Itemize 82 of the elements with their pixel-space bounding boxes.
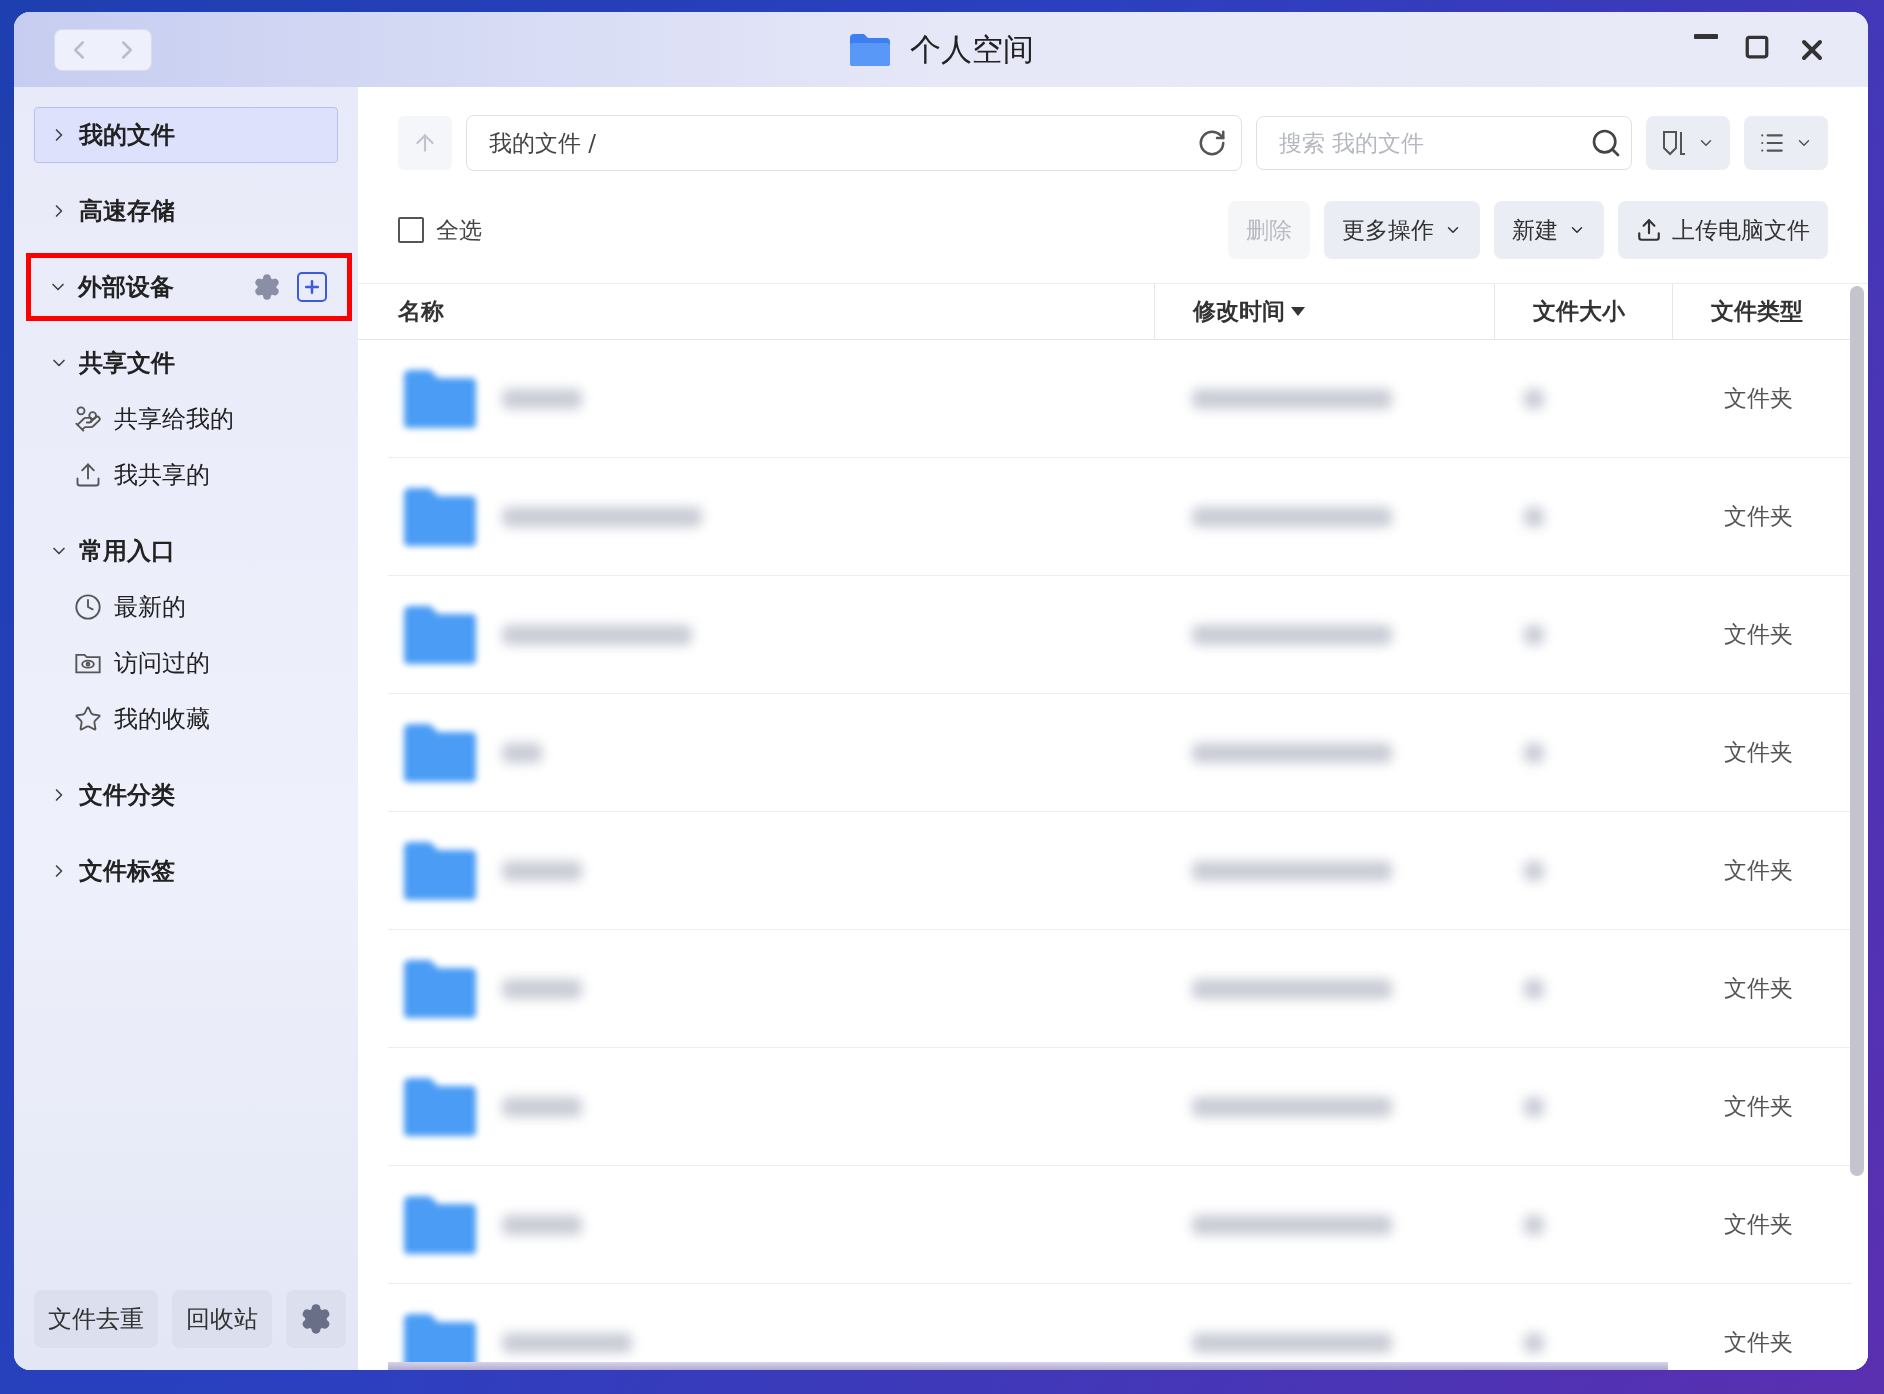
table-cell-text: 文件夹 [1723,974,1794,1003]
sidebar-label[interactable]: 共享文件 [79,347,175,379]
sidebar-item[interactable]: 文件标签 [34,843,338,899]
sidebar-label[interactable]: 常用入口 [79,535,175,567]
blurred-text [1524,506,1544,527]
refresh-icon[interactable] [1197,128,1227,158]
action-button[interactable]: 上传电脑文件 [1618,201,1828,259]
path-field[interactable]: 我的文件 / [466,115,1242,171]
sidebar-subitem[interactable]: 我的收藏 [74,699,334,739]
table-cell-text: 文件夹 [1723,1092,1794,1121]
sidebar-sublabel[interactable]: 我共享的 [114,459,210,491]
table-cell-text: 文件夹 [1723,620,1794,649]
file-row[interactable]: 文件夹 [388,930,1852,1048]
folder-icon [848,31,892,68]
sidebar-sublabel[interactable]: 最新的 [114,591,186,623]
file-row[interactable]: 文件夹 [388,1048,1852,1166]
sidebar-label[interactable]: 高速存储 [79,195,175,227]
sidebar-item[interactable]: 外部设备 [26,253,352,321]
settings-button[interactable] [286,1290,346,1348]
table-cell-text: 文件夹 [1723,1210,1794,1239]
sidebar-button[interactable]: 文件去重 [34,1290,158,1348]
blurred-text [1524,1332,1544,1353]
table-cell-text: 文件夹 [1723,856,1794,885]
blurred-text [1524,742,1544,763]
file-row[interactable]: 文件夹 [388,458,1852,576]
settings-icon[interactable] [253,273,281,301]
window-title: 个人空间 [910,29,1034,69]
table-cell-text: 文件夹 [1723,738,1794,767]
search-field[interactable]: 搜索 我的文件 [1256,116,1632,170]
file-row[interactable]: 文件夹 [388,812,1852,930]
sidebar-subitem[interactable]: 最新的 [74,587,334,627]
blurred-text [1524,388,1544,409]
star-icon [74,705,102,733]
blurred-text [1524,624,1544,645]
table-cell-text: 文件夹 [1723,384,1794,413]
sidebar-item[interactable]: 常用入口 [34,523,338,579]
sidebar-label[interactable]: 文件分类 [79,779,175,811]
select-all-checkbox[interactable]: 全选 [398,214,482,246]
file-row[interactable]: 文件夹 [388,694,1852,812]
sidebar-label[interactable]: 外部设备 [78,271,174,303]
sidebar-sublabel[interactable]: 访问过的 [114,647,210,679]
sort-icon [1661,129,1687,157]
share-icon [74,461,102,489]
sidebar-subitem[interactable]: 共享给我的 [74,399,334,439]
table-cell-text: 文件夹 [1723,1328,1794,1357]
sidebar-item[interactable]: 我的文件 [34,107,338,163]
sidebar-sublabel[interactable]: 共享给我的 [114,403,234,435]
action-button[interactable]: 新建 [1494,201,1604,259]
sidebar-subitem[interactable]: 访问过的 [74,643,334,683]
column-header[interactable]: 名称 [398,284,1154,339]
sidebar-sublabel[interactable]: 我的收藏 [114,703,210,735]
column-header[interactable]: 文件大小 [1494,284,1672,339]
sidebar-label[interactable]: 文件标签 [79,855,175,887]
plus-icon [302,277,322,297]
maximize-icon [1744,33,1770,60]
clock-icon [74,593,102,621]
file-row[interactable]: 文件夹 [388,576,1852,694]
table-cell-text: 文件夹 [1723,502,1794,531]
sidebar-label[interactable]: 我的文件 [79,119,175,151]
view-button[interactable] [1744,116,1828,170]
blurred-text [1524,978,1544,999]
scrollbar[interactable] [1850,286,1864,1176]
receive-icon [74,405,102,433]
file-row[interactable]: 文件夹 [388,340,1852,458]
upload-icon [1636,217,1662,243]
blurred-text [502,742,542,763]
blurred-text [1524,1214,1544,1235]
action-button[interactable]: 更多操作 [1324,201,1480,259]
sidebar-item[interactable]: 文件分类 [34,767,338,823]
minimize-icon [1694,33,1718,39]
column-header[interactable]: 修改时间 [1154,284,1494,339]
sidebar-button[interactable]: 回收站 [172,1290,272,1348]
search-icon[interactable] [1590,127,1622,159]
sort-button[interactable] [1646,116,1730,170]
blurred-text [1524,860,1544,881]
gear-icon [300,1303,332,1335]
sidebar-item[interactable]: 共享文件 [34,335,338,391]
sidebar-subitem[interactable]: 我共享的 [74,455,334,495]
add-button[interactable] [297,272,327,302]
blurred-text [1524,1096,1544,1117]
sidebar-item[interactable]: 高速存储 [34,183,338,239]
file-row[interactable]: 文件夹 [388,1166,1852,1284]
